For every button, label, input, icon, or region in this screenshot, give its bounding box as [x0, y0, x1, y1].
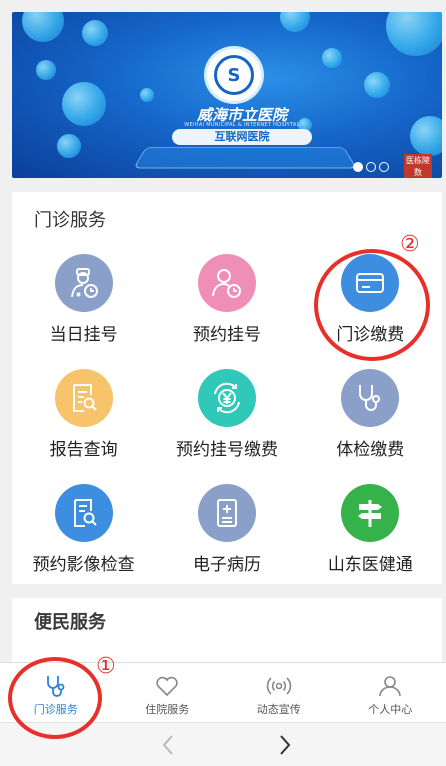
person-icon — [379, 676, 402, 697]
bubble-decoration — [322, 48, 342, 68]
chevron-right-icon — [280, 735, 291, 755]
scan-doc-icon — [54, 484, 113, 542]
service-label: 体检缴费 — [336, 440, 405, 460]
service-label: 预约挂号 — [192, 325, 261, 345]
bubble-decoration — [280, 12, 310, 32]
signpost-icon — [341, 484, 400, 542]
service-electronic-records[interactable]: 电子病历 — [155, 472, 298, 587]
hospital-english-name: WEIHAI MUNICIPAL & INTERNET HOSPITAL — [184, 122, 300, 128]
annotation-number-one: ① — [96, 654, 116, 679]
report-search-icon — [54, 369, 113, 427]
service-appointment-registration[interactable]: 预约挂号 — [155, 242, 298, 357]
bubble-decoration — [364, 72, 390, 98]
service-same-day-registration[interactable]: 当日挂号 — [12, 242, 155, 357]
service-label: 报告查询 — [49, 440, 118, 460]
hospital-banner[interactable]: S 威海市立医院 WEIHAI MUNICIPAL & INTERNET HOS… — [12, 12, 442, 178]
bubble-decoration — [22, 12, 64, 42]
tab-profile[interactable]: 个人中心 — [335, 663, 446, 722]
section-title: 便民服务 — [34, 612, 106, 633]
stethoscope-icon — [341, 369, 400, 427]
bubble-decoration — [410, 116, 442, 156]
tab-label: 个人中心 — [368, 703, 413, 716]
convenience-services-section: 便民服务 — [12, 598, 442, 662]
bubble-decoration — [386, 12, 442, 56]
annotation-circle-tab — [8, 657, 102, 739]
bubble-decoration — [36, 60, 56, 80]
back-button[interactable] — [153, 731, 183, 759]
bubble-decoration — [140, 88, 154, 102]
annotation-circle-payment — [314, 249, 430, 361]
carousel-dot[interactable] — [366, 162, 376, 172]
service-shandong-health[interactable]: 山东医健通 — [299, 472, 442, 587]
corner-logo: 医栋陵数 — [404, 154, 432, 178]
tab-label: 动态宣传 — [256, 703, 301, 716]
tab-news[interactable]: 动态宣传 — [223, 663, 335, 722]
section-title: 门诊服务 — [34, 210, 106, 231]
tab-inpatient[interactable]: 住院服务 — [112, 663, 224, 722]
annotation-number-two: ② — [400, 232, 420, 257]
record-book-icon — [197, 484, 256, 542]
chevron-left-icon — [162, 735, 173, 755]
service-imaging-appointment[interactable]: 预约影像检查 — [12, 472, 155, 587]
tab-label: 住院服务 — [145, 703, 190, 716]
service-label: 当日挂号 — [49, 325, 118, 345]
bubble-decoration — [82, 20, 108, 46]
hospital-subtitle: 互联网医院 — [172, 129, 312, 145]
carousel-dot-active[interactable] — [353, 162, 363, 172]
service-label: 预约影像检查 — [32, 555, 135, 575]
service-report-query[interactable]: 报告查询 — [12, 357, 155, 472]
person-clock-icon — [197, 254, 256, 312]
carousel-indicator — [353, 162, 389, 172]
hospital-logo: S — [204, 46, 264, 104]
bubble-decoration — [57, 134, 81, 158]
doctor-clock-icon — [54, 254, 113, 312]
broadcast-icon — [266, 677, 291, 695]
service-label: 电子病历 — [192, 555, 261, 575]
carousel-dot[interactable] — [379, 162, 389, 172]
service-appointment-registration-payment[interactable]: 预约挂号缴费 — [155, 357, 298, 472]
bubble-decoration — [62, 82, 106, 126]
tablet-illustration — [133, 146, 357, 169]
service-physical-exam-payment[interactable]: 体检缴费 — [299, 357, 442, 472]
service-label: 预约挂号缴费 — [175, 440, 278, 460]
heart-icon — [156, 676, 178, 697]
yen-refresh-icon — [197, 369, 256, 427]
forward-button[interactable] — [270, 731, 300, 759]
service-label: 山东医健通 — [327, 555, 413, 575]
